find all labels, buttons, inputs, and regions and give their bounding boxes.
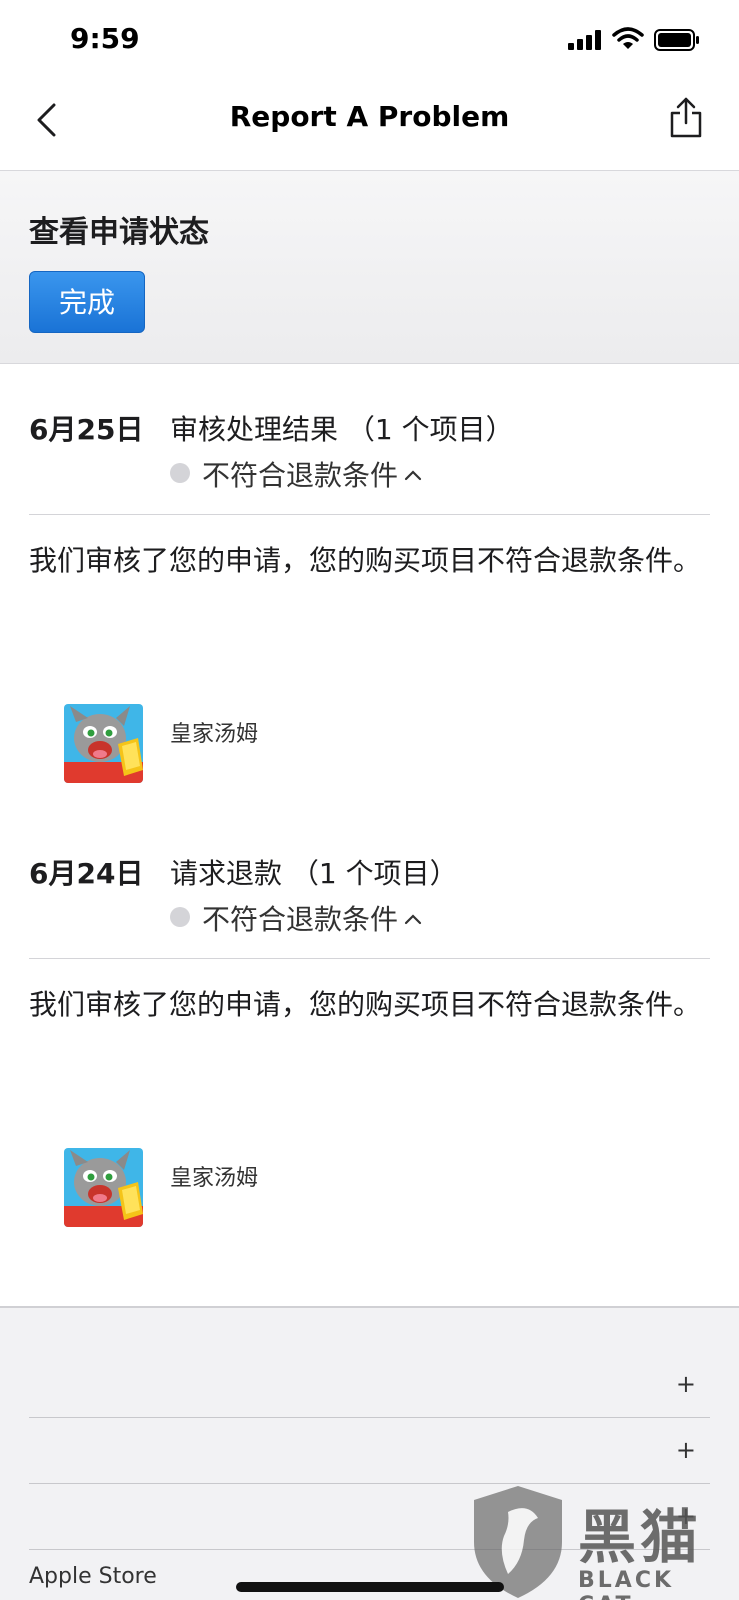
plus-icon: + (675, 1436, 696, 1464)
divider (29, 514, 710, 515)
footer-apple-store-link[interactable]: Apple Store (29, 1564, 157, 1589)
footer-accordion-row[interactable]: + (29, 1418, 710, 1484)
entry-date: 6月24日 (29, 857, 144, 890)
watermark-subtext: BLACK CAT (578, 1568, 675, 1600)
talking-tom-icon (64, 704, 143, 783)
page-title: Report A Problem (229, 100, 510, 133)
app-name: 皇家汤姆 (170, 722, 259, 747)
done-button[interactable]: 完成 (29, 271, 145, 333)
entry-message: 我们审核了您的申请，您的购买项目不符合退款条件。 (29, 544, 702, 577)
footer-accordion-row[interactable]: + (29, 1352, 710, 1418)
black-cat-watermark: 黑猫 BLACK CAT (468, 1482, 738, 1600)
cellular-signal-icon (568, 30, 601, 50)
wifi-icon (612, 27, 644, 49)
share-icon[interactable] (668, 96, 704, 138)
entry-title: 审核处理结果 （1 个项目） (170, 413, 514, 446)
entry-date: 6月25日 (29, 413, 144, 446)
request-status-header: 查看申请状态 完成 (0, 170, 739, 364)
chevron-up-icon (404, 470, 422, 481)
chevron-up-icon (404, 914, 422, 925)
watermark-text: 黑猫 (578, 1503, 703, 1571)
app-icon (64, 1148, 143, 1227)
entry-status-toggle[interactable]: 不符合退款条件 (170, 898, 422, 938)
home-indicator[interactable] (236, 1582, 504, 1592)
app-name: 皇家汤姆 (170, 1166, 259, 1191)
divider (29, 958, 710, 959)
status-bar: 9:59 (0, 0, 739, 80)
talking-tom-icon (64, 1148, 143, 1227)
entry-title: 请求退款 （1 个项目） (170, 857, 458, 890)
section-title: 查看申请状态 (29, 215, 209, 250)
status-dot-icon (170, 463, 190, 483)
entry-message: 我们审核了您的申请，您的购买项目不符合退款条件。 (29, 988, 702, 1021)
app-icon (64, 704, 143, 783)
navigation-bar: Report A Problem (0, 80, 739, 158)
plus-icon: + (675, 1370, 696, 1398)
status-time: 9:59 (70, 22, 140, 55)
entry-status-label: 不符合退款条件 (202, 903, 399, 936)
status-dot-icon (170, 907, 190, 927)
battery-icon (654, 29, 699, 51)
entry-status-label: 不符合退款条件 (202, 459, 399, 492)
entry-status-toggle[interactable]: 不符合退款条件 (170, 454, 422, 494)
